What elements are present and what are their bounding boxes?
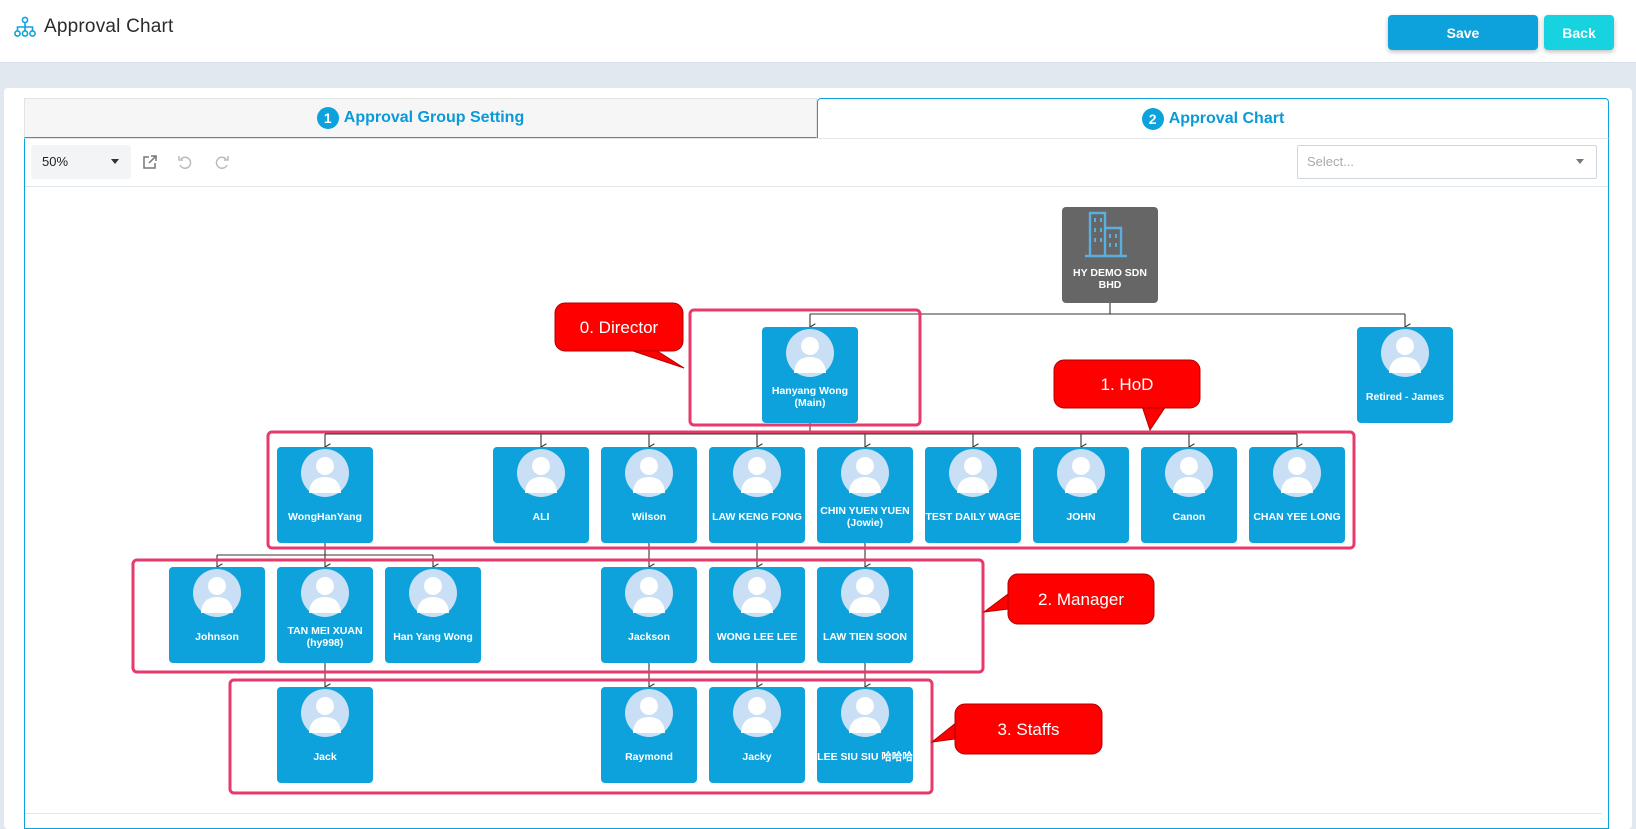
avatar-icon [301,449,349,497]
avatar-icon [409,569,457,617]
person-node-m1[interactable]: Johnson [169,567,265,663]
person-node-m5[interactable]: WONG LEE LEE [709,567,805,663]
person-node-h6[interactable]: TEST DAILY WAGE [925,447,1021,543]
person-node-director[interactable]: Hanyang Wong (Main) [762,327,858,423]
person-name: LAW KENG FONG [712,511,802,523]
person-name: Johnson [195,631,239,643]
person-name: JOHN [1066,511,1095,523]
undo-icon[interactable] [176,153,194,171]
person-node-s4[interactable]: LEE SIU SIU 哈哈哈 [817,687,913,783]
tab-approval-chart[interactable]: 2 Approval Chart [817,98,1609,138]
avatar-icon [949,449,997,497]
person-node-h5[interactable]: CHIN YUEN YUEN (Jowie) [817,447,913,543]
person-name: Raymond [625,751,673,763]
avatar-icon [625,569,673,617]
tab-number-badge: 2 [1141,107,1164,130]
chart-toolbar: 50% Select... [25,139,1608,187]
person-node-s2[interactable]: Raymond [601,687,697,783]
avatar-icon [1273,449,1321,497]
person-name: Jack [313,751,337,763]
avatar-icon [786,329,834,377]
person-name: Retired - James [1366,391,1444,403]
avatar-icon [841,569,889,617]
callout-label: 3. Staffs [997,720,1059,739]
chevron-down-icon [1576,159,1584,164]
person-name: TEST DAILY WAGE [925,511,1020,523]
person-node-s3[interactable]: Jacky [709,687,805,783]
back-button[interactable]: Back [1544,15,1614,50]
person-name: LEE SIU SIU 哈哈哈 [817,750,913,763]
company-node[interactable]: HY DEMO SDN BHD [1062,207,1158,303]
tab-label: Approval Group Setting [343,109,525,126]
select-placeholder: Select... [1307,154,1354,169]
tab-label: Approval Chart [1168,109,1285,127]
person-name: CHAN YEE LONG [1253,511,1340,523]
callout-label: 2. Manager [1038,590,1124,609]
chart-frame: 50% Select... [24,138,1609,829]
avatar-icon [733,449,781,497]
person-name: Jacky [742,751,771,763]
callout-label: 0. Director [580,318,659,337]
person-node-m3[interactable]: Han Yang Wong [385,567,481,663]
person-node-h7[interactable]: JOHN [1033,447,1129,543]
tab-bar: 1 Approval Group Setting 2 Approval Char… [24,98,1609,138]
chevron-down-icon [111,159,119,164]
avatar-icon [517,449,565,497]
avatar-icon [301,569,349,617]
save-button[interactable]: Save [1388,15,1538,50]
avatar-icon [1165,449,1213,497]
zoom-select[interactable]: 50% [31,145,131,179]
avatar-icon [625,689,673,737]
callout-manager: 2. Manager [982,573,1155,625]
avatar-icon [733,569,781,617]
tab-number-badge: 1 [316,107,339,129]
redo-icon[interactable] [213,153,231,171]
person-node-m2[interactable]: TAN MEI XUAN (hy998) [277,567,373,663]
person-name: Han Yang Wong [393,631,473,643]
person-node-m4[interactable]: Jackson [601,567,697,663]
person-node-m6[interactable]: LAW TIEN SOON [817,567,913,663]
avatar-icon [301,689,349,737]
person-node-s1[interactable]: Jack [277,687,373,783]
callout-staffs: 3. Staffs [930,703,1103,755]
person-name: Wilson [632,511,666,523]
org-chart-icon [14,16,36,37]
person-node-h4[interactable]: LAW KENG FONG [709,447,805,543]
person-name: ALI [533,511,550,523]
export-icon[interactable] [141,153,159,171]
chart-bottom-divider [25,813,1602,814]
person-node-h8[interactable]: Canon [1141,447,1237,543]
person-node-retired[interactable]: Retired - James [1357,327,1453,423]
person-node-h2[interactable]: ALI [493,447,589,543]
person-name: Jackson [628,631,670,643]
avatar-icon [625,449,673,497]
avatar-icon [1057,449,1105,497]
avatar-icon [841,449,889,497]
person-name: Canon [1173,511,1206,523]
tab-approval-group-setting[interactable]: 1 Approval Group Setting [24,98,817,138]
person-name: WongHanYang [288,511,362,523]
person-select[interactable]: Select... [1297,145,1597,179]
person-name: WONG LEE LEE [717,631,798,643]
person-node-h1[interactable]: WongHanYang [277,447,373,543]
avatar-icon [733,689,781,737]
person-node-h3[interactable]: Wilson [601,447,697,543]
zoom-value: 50% [42,154,69,169]
avatar-icon [841,689,889,737]
top-bar: Approval Chart Save Back [0,0,1636,63]
avatar-icon [193,569,241,617]
callout-label: 1. HoD [1101,375,1154,394]
person-name: LAW TIEN SOON [823,631,907,643]
avatar-icon [1381,329,1429,377]
page-title: Approval Chart [44,16,174,37]
person-node-h9[interactable]: CHAN YEE LONG [1249,447,1345,543]
